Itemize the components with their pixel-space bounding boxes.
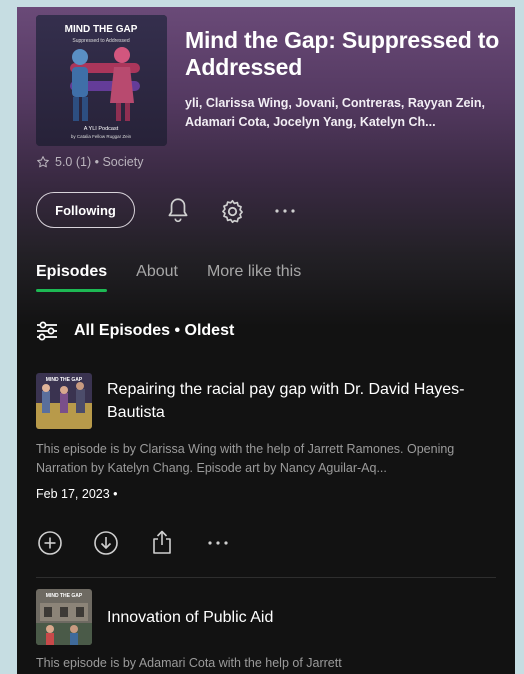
tab-about[interactable]: About — [136, 263, 178, 292]
share-icon[interactable] — [148, 528, 176, 556]
tab-more-like-this[interactable]: More like this — [207, 263, 301, 292]
svg-text:Suppressed to Addressed: Suppressed to Addressed — [72, 38, 129, 44]
episode-filter[interactable]: All Episodes • Oldest — [36, 321, 234, 341]
podcast-page: MIND THE GAP Suppressed to Addressed A Y… — [17, 7, 515, 674]
podcast-cover-art: MIND THE GAP Suppressed to Addressed A Y… — [36, 15, 167, 146]
episode-title[interactable]: Repairing the racial pay gap with Dr. Da… — [107, 378, 477, 424]
add-to-library-icon[interactable] — [36, 529, 64, 557]
episode-description: This episode is by Adamari Cota with the… — [36, 656, 342, 670]
svg-text:A YLI Podcast: A YLI Podcast — [84, 126, 119, 132]
star-icon — [37, 156, 49, 168]
rating-text: 5.0 (1) • Society — [55, 155, 144, 169]
filter-label: All Episodes • Oldest — [74, 322, 235, 339]
episode-date: Feb 17, 2023 • — [36, 487, 118, 501]
svg-text:MIND THE GAP: MIND THE GAP — [65, 24, 138, 35]
episode-thumbnail[interactable]: MIND THE GAP — [36, 373, 92, 429]
more-options-icon[interactable] — [273, 199, 297, 223]
episode-title[interactable]: Innovation of Public Aid — [107, 606, 477, 629]
episode-divider — [36, 577, 496, 578]
tab-bar: Episodes About More like this — [36, 263, 330, 292]
gear-icon[interactable] — [217, 196, 247, 226]
episode-more-icon[interactable] — [205, 533, 231, 553]
podcast-authors[interactable]: yli, Clarissa Wing, Jovani, Contreras, R… — [185, 94, 500, 132]
tab-episodes[interactable]: Episodes — [36, 263, 108, 292]
svg-text:by Catalia Fellow Ruggar Zein: by Catalia Fellow Ruggar Zein — [71, 134, 132, 139]
bell-icon[interactable] — [163, 195, 193, 225]
rating-row[interactable]: 5.0 (1) • Society — [36, 155, 143, 169]
filter-sliders-icon — [37, 321, 57, 341]
following-button[interactable]: Following — [36, 192, 135, 228]
svg-text:MIND THE GAP: MIND THE GAP — [46, 593, 83, 599]
svg-text:MIND THE GAP: MIND THE GAP — [46, 377, 83, 383]
episode-description: This episode is by Clarissa Wing with th… — [36, 442, 455, 475]
episode-thumbnail[interactable]: MIND THE GAP — [36, 589, 92, 645]
podcast-title: Mind the Gap: Suppressed to Addressed — [185, 27, 500, 80]
download-icon[interactable] — [92, 529, 120, 557]
